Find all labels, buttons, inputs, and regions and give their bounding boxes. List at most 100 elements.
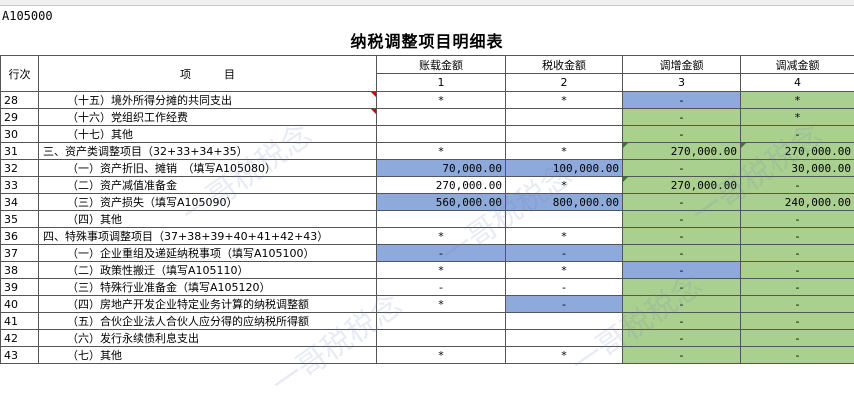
row-number-cell[interactable]: 35 bbox=[0, 210, 39, 228]
item-cell[interactable]: （一）企业重组及递延纳税事项（填写A105100） bbox=[38, 244, 377, 262]
decrease-amount-cell[interactable]: 270,000.00 bbox=[740, 142, 854, 160]
increase-amount-cell[interactable]: 270,000.00 bbox=[622, 142, 741, 160]
header-col-number-4[interactable]: 4 bbox=[740, 73, 854, 92]
book-amount-cell[interactable] bbox=[376, 312, 506, 330]
book-amount-cell[interactable]: 70,000.00 bbox=[376, 159, 506, 177]
row-number-cell[interactable]: 32 bbox=[0, 159, 39, 177]
tax-amount-cell[interactable] bbox=[505, 125, 623, 143]
increase-amount-cell[interactable]: - bbox=[622, 193, 741, 211]
row-number-cell[interactable]: 34 bbox=[0, 193, 39, 211]
book-amount-cell[interactable]: * bbox=[376, 142, 506, 160]
item-cell[interactable]: （三）特殊行业准备金（填写A105120） bbox=[38, 278, 377, 296]
row-number-cell[interactable]: 39 bbox=[0, 278, 39, 296]
row-number-cell[interactable]: 36 bbox=[0, 227, 39, 245]
row-number-cell[interactable]: 28 bbox=[0, 91, 39, 109]
tax-amount-cell[interactable]: - bbox=[505, 244, 623, 262]
row-number-cell[interactable]: 40 bbox=[0, 295, 39, 313]
book-amount-cell[interactable]: - bbox=[376, 244, 506, 262]
item-cell[interactable]: （三）资产损失（填写A105090） bbox=[38, 193, 377, 211]
header-col-number-3[interactable]: 3 bbox=[622, 73, 741, 92]
increase-amount-cell[interactable]: - bbox=[622, 312, 741, 330]
increase-amount-cell[interactable]: - bbox=[622, 91, 741, 109]
decrease-amount-cell[interactable]: - bbox=[740, 210, 854, 228]
book-amount-cell[interactable]: * bbox=[376, 91, 506, 109]
book-amount-cell[interactable] bbox=[376, 210, 506, 228]
row-number-cell[interactable]: 38 bbox=[0, 261, 39, 279]
header-book-amount[interactable]: 账载金额 bbox=[376, 55, 506, 74]
item-cell[interactable]: 四、特殊事项调整项目（37+38+39+40+41+42+43） bbox=[38, 227, 377, 245]
row-number-cell[interactable]: 29 bbox=[0, 108, 39, 126]
tax-amount-cell[interactable]: * bbox=[505, 227, 623, 245]
item-cell[interactable]: （七）其他 bbox=[38, 346, 377, 364]
increase-amount-cell[interactable]: - bbox=[622, 108, 741, 126]
book-amount-cell[interactable] bbox=[376, 329, 506, 347]
tax-amount-cell[interactable]: * bbox=[505, 91, 623, 109]
decrease-amount-cell[interactable]: - bbox=[740, 227, 854, 245]
book-amount-cell[interactable]: * bbox=[376, 295, 506, 313]
item-cell[interactable]: （四）房地产开发企业特定业务计算的纳税调整额 bbox=[38, 295, 377, 313]
tax-amount-cell[interactable]: * bbox=[505, 176, 623, 194]
decrease-amount-cell[interactable]: 30,000.00 bbox=[740, 159, 854, 177]
decrease-amount-cell[interactable]: * bbox=[740, 91, 854, 109]
tax-amount-cell[interactable] bbox=[505, 312, 623, 330]
tax-amount-cell[interactable] bbox=[505, 329, 623, 347]
decrease-amount-cell[interactable]: - bbox=[740, 346, 854, 364]
decrease-amount-cell[interactable]: - bbox=[740, 176, 854, 194]
item-cell[interactable]: （四）其他 bbox=[38, 210, 377, 228]
tax-amount-cell[interactable]: 100,000.00 bbox=[505, 159, 623, 177]
tax-amount-cell[interactable]: * bbox=[505, 142, 623, 160]
book-amount-cell[interactable] bbox=[376, 108, 506, 126]
book-amount-cell[interactable]: * bbox=[376, 346, 506, 364]
item-cell[interactable]: （一）资产折旧、摊销 （填写A105080） bbox=[38, 159, 377, 177]
decrease-amount-cell[interactable]: - bbox=[740, 329, 854, 347]
tax-amount-cell[interactable] bbox=[505, 108, 623, 126]
item-cell[interactable]: （二）资产减值准备金 bbox=[38, 176, 377, 194]
item-cell[interactable]: （二）政策性搬迁（填写A105110） bbox=[38, 261, 377, 279]
increase-amount-cell[interactable]: - bbox=[622, 227, 741, 245]
increase-amount-cell[interactable]: - bbox=[622, 346, 741, 364]
row-number-cell[interactable]: 42 bbox=[0, 329, 39, 347]
item-cell[interactable]: （六）发行永续债利息支出 bbox=[38, 329, 377, 347]
decrease-amount-cell[interactable]: - bbox=[740, 125, 854, 143]
increase-amount-cell[interactable]: - bbox=[622, 159, 741, 177]
decrease-amount-cell[interactable]: - bbox=[740, 261, 854, 279]
item-cell[interactable]: （五）合伙企业法人合伙人应分得的应纳税所得额 bbox=[38, 312, 377, 330]
decrease-amount-cell[interactable]: - bbox=[740, 312, 854, 330]
increase-amount-cell[interactable]: - bbox=[622, 329, 741, 347]
row-number-cell[interactable]: 37 bbox=[0, 244, 39, 262]
header-decrease-amount[interactable]: 调减金额 bbox=[740, 55, 854, 74]
decrease-amount-cell[interactable]: - bbox=[740, 278, 854, 296]
book-amount-cell[interactable]: 560,000.00 bbox=[376, 193, 506, 211]
item-cell[interactable]: 三、资产类调整项目（32+33+34+35） bbox=[38, 142, 377, 160]
item-cell[interactable]: （十七）其他 bbox=[38, 125, 377, 143]
row-number-cell[interactable]: 30 bbox=[0, 125, 39, 143]
decrease-amount-cell[interactable]: 240,000.00 bbox=[740, 193, 854, 211]
increase-amount-cell[interactable]: 270,000.00 bbox=[622, 176, 741, 194]
increase-amount-cell[interactable]: - bbox=[622, 244, 741, 262]
row-number-cell[interactable]: 33 bbox=[0, 176, 39, 194]
tax-amount-cell[interactable]: 800,000.00 bbox=[505, 193, 623, 211]
header-col-number-1[interactable]: 1 bbox=[376, 73, 506, 92]
tax-amount-cell[interactable]: * bbox=[505, 261, 623, 279]
book-amount-cell[interactable]: * bbox=[376, 227, 506, 245]
item-cell[interactable]: （十六）党组织工作经费 bbox=[38, 108, 377, 126]
tax-amount-cell[interactable] bbox=[505, 210, 623, 228]
header-row-number[interactable]: 行次 bbox=[0, 55, 39, 92]
row-number-cell[interactable]: 41 bbox=[0, 312, 39, 330]
decrease-amount-cell[interactable]: - bbox=[740, 295, 854, 313]
header-tax-amount[interactable]: 税收金额 bbox=[505, 55, 623, 74]
header-col-number-2[interactable]: 2 bbox=[505, 73, 623, 92]
tax-amount-cell[interactable]: - bbox=[505, 278, 623, 296]
tax-amount-cell[interactable]: - bbox=[505, 295, 623, 313]
book-amount-cell[interactable]: - bbox=[376, 278, 506, 296]
header-item[interactable]: 项 目 bbox=[38, 55, 377, 92]
increase-amount-cell[interactable]: - bbox=[622, 261, 741, 279]
row-number-cell[interactable]: 31 bbox=[0, 142, 39, 160]
book-amount-cell[interactable]: 270,000.00 bbox=[376, 176, 506, 194]
increase-amount-cell[interactable]: - bbox=[622, 295, 741, 313]
increase-amount-cell[interactable]: - bbox=[622, 125, 741, 143]
increase-amount-cell[interactable]: - bbox=[622, 210, 741, 228]
item-cell[interactable]: （十五）境外所得分摊的共同支出 bbox=[38, 91, 377, 109]
book-amount-cell[interactable] bbox=[376, 125, 506, 143]
row-number-cell[interactable]: 43 bbox=[0, 346, 39, 364]
